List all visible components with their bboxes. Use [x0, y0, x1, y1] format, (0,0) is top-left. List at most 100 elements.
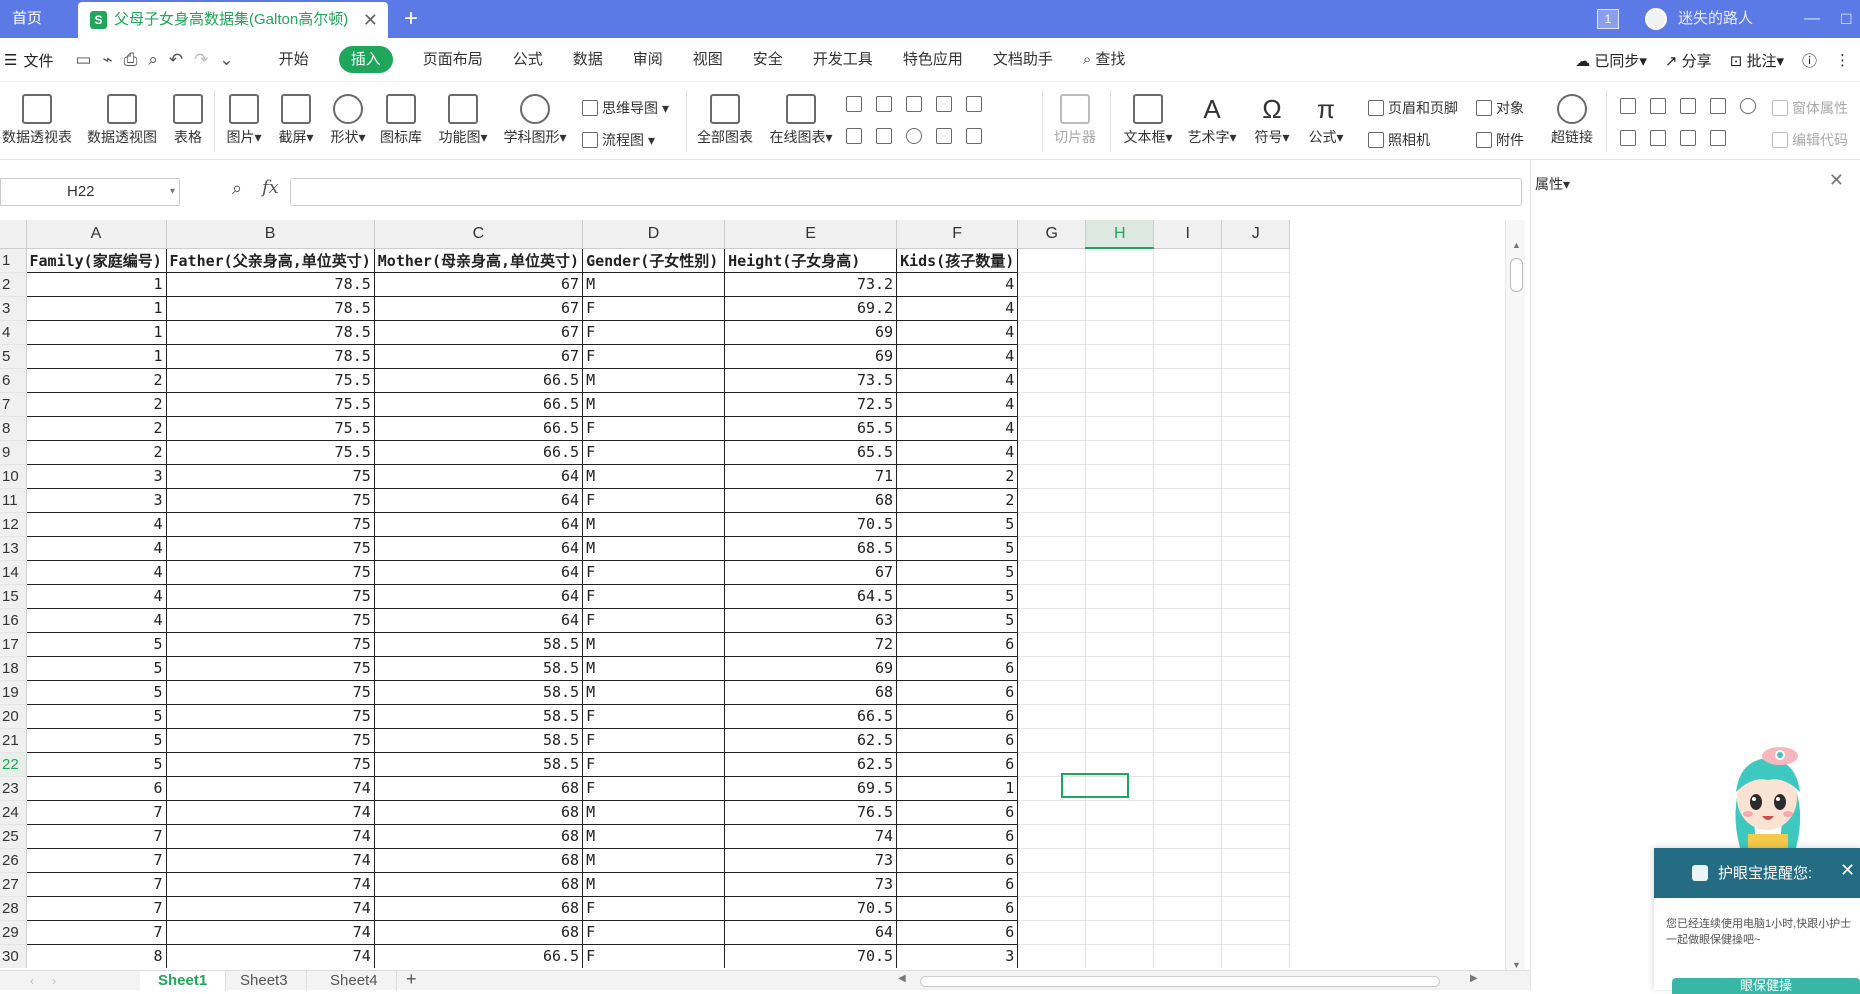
screenshot-button[interactable]: 截屏▾ — [274, 94, 318, 147]
cell[interactable]: 68 — [724, 488, 898, 513]
cell[interactable]: 4 — [896, 392, 1019, 417]
cell[interactable]: 74 — [166, 872, 375, 897]
menu-tab-4[interactable]: 数据 — [558, 38, 618, 82]
cell[interactable] — [1017, 248, 1087, 273]
cell[interactable] — [1153, 848, 1223, 873]
cell[interactable]: F — [582, 320, 726, 345]
cell[interactable] — [1153, 704, 1223, 729]
cell[interactable]: 75.5 — [166, 392, 375, 417]
cell[interactable]: 62.5 — [724, 728, 898, 753]
zoom-formula-icon[interactable]: ⌕ — [232, 178, 242, 199]
cell[interactable]: 67 — [374, 272, 584, 297]
cell[interactable] — [1221, 320, 1291, 345]
save-icon[interactable]: ▭ — [75, 50, 91, 70]
cell[interactable] — [1017, 608, 1087, 633]
group-box-icon[interactable] — [1650, 98, 1666, 114]
cell[interactable]: F — [582, 752, 726, 777]
cell[interactable] — [1221, 296, 1291, 321]
cell[interactable]: F — [582, 440, 726, 465]
home-tab[interactable]: 首页 — [0, 0, 78, 38]
cell[interactable] — [1085, 272, 1155, 297]
cell[interactable] — [1221, 392, 1291, 417]
cell[interactable]: 73 — [724, 872, 898, 897]
cell[interactable]: 7 — [25, 848, 167, 873]
cell[interactable] — [1153, 248, 1223, 273]
cell[interactable]: 5 — [25, 632, 167, 657]
cell[interactable] — [1017, 776, 1087, 801]
cell[interactable]: 7 — [25, 872, 167, 897]
cell[interactable]: 5 — [896, 512, 1019, 537]
cell[interactable]: 2 — [896, 464, 1019, 489]
cell[interactable]: 74 — [724, 824, 898, 849]
cell[interactable] — [1221, 752, 1291, 777]
cell[interactable] — [1085, 632, 1155, 657]
cell[interactable]: 6 — [896, 800, 1019, 825]
scrollbar-control-icon[interactable] — [1680, 130, 1696, 146]
cell[interactable]: 4 — [25, 560, 167, 585]
spreadsheet-grid[interactable]: A B C D E F G H I J 1 Family(家庭编号) Father(父亲身高,单位英寸)… — [0, 220, 1505, 968]
row-header[interactable]: 23 — [0, 776, 27, 801]
cell[interactable]: 4 — [896, 320, 1019, 345]
format-painter-icon[interactable]: ⌁ — [103, 50, 113, 70]
cell[interactable] — [1085, 656, 1155, 681]
cell[interactable] — [1017, 584, 1087, 609]
column-header-e[interactable]: E — [724, 220, 898, 249]
hyperlink-button[interactable]: 超链接 — [1544, 94, 1600, 147]
cell[interactable] — [1017, 296, 1087, 321]
cell[interactable]: 74 — [166, 848, 375, 873]
cell[interactable] — [1085, 920, 1155, 945]
menu-tab-7[interactable]: 安全 — [738, 38, 798, 82]
column-header-c[interactable]: C — [374, 220, 584, 249]
row-header[interactable]: 29 — [0, 920, 27, 945]
cell[interactable]: 75 — [166, 632, 375, 657]
cell[interactable] — [1153, 344, 1223, 369]
cell[interactable] — [1085, 344, 1155, 369]
cell[interactable] — [1153, 752, 1223, 777]
share-button[interactable]: ↗ 分享 — [1665, 50, 1712, 71]
cell[interactable]: 66.5 — [374, 392, 584, 417]
listbox-control-icon[interactable] — [1620, 130, 1636, 146]
cell[interactable]: M — [582, 272, 726, 297]
cell[interactable]: 1 — [25, 320, 167, 345]
cell[interactable]: 72 — [724, 632, 898, 657]
menu-tab-5[interactable]: 审阅 — [618, 38, 678, 82]
checkbox-control-icon[interactable] — [1710, 98, 1726, 114]
cell[interactable]: 66.5 — [374, 944, 584, 968]
cell[interactable]: 3 — [25, 488, 167, 513]
cell[interactable]: M — [582, 368, 726, 393]
cell[interactable]: 6 — [896, 752, 1019, 777]
row-header[interactable]: 30 — [0, 944, 27, 968]
cell[interactable]: 6 — [896, 872, 1019, 897]
username[interactable]: 迷失的路人 — [1678, 0, 1753, 38]
cell[interactable] — [1221, 656, 1291, 681]
cell[interactable]: 78.5 — [166, 272, 375, 297]
cell[interactable]: 4 — [896, 344, 1019, 369]
camera-button[interactable]: 照相机 — [1368, 130, 1430, 150]
cell[interactable]: F — [582, 944, 726, 968]
help-icon[interactable]: ⓘ — [1802, 50, 1817, 71]
cell[interactable] — [1085, 728, 1155, 753]
cell[interactable]: 68 — [374, 896, 584, 921]
cell[interactable] — [1153, 944, 1223, 968]
column-header-f[interactable]: F — [896, 220, 1019, 249]
cell[interactable]: 75 — [166, 512, 375, 537]
minimize-icon[interactable]: — — [1804, 0, 1820, 38]
bar-chart-icon[interactable] — [876, 96, 892, 112]
cell[interactable]: 4 — [25, 512, 167, 537]
cell[interactable] — [1221, 440, 1291, 465]
cell[interactable]: 58.5 — [374, 680, 584, 705]
sheet-navigation-arrows[interactable]: ‹› — [30, 971, 74, 991]
cell[interactable]: 70.5 — [724, 896, 898, 921]
cell[interactable] — [1221, 488, 1291, 513]
vertical-scroll-thumb[interactable] — [1510, 258, 1523, 292]
cell[interactable] — [1017, 560, 1087, 585]
cell[interactable]: 2 — [25, 440, 167, 465]
cell[interactable]: 69.2 — [724, 296, 898, 321]
row-header[interactable]: 22 — [0, 752, 27, 777]
cell[interactable] — [1221, 848, 1291, 873]
properties-title[interactable]: 属性▾ — [1535, 174, 1570, 194]
cell[interactable]: 5 — [896, 608, 1019, 633]
cell[interactable]: 4 — [896, 272, 1019, 297]
window-count-badge[interactable]: 1 — [1597, 9, 1619, 29]
cell[interactable]: 75 — [166, 704, 375, 729]
